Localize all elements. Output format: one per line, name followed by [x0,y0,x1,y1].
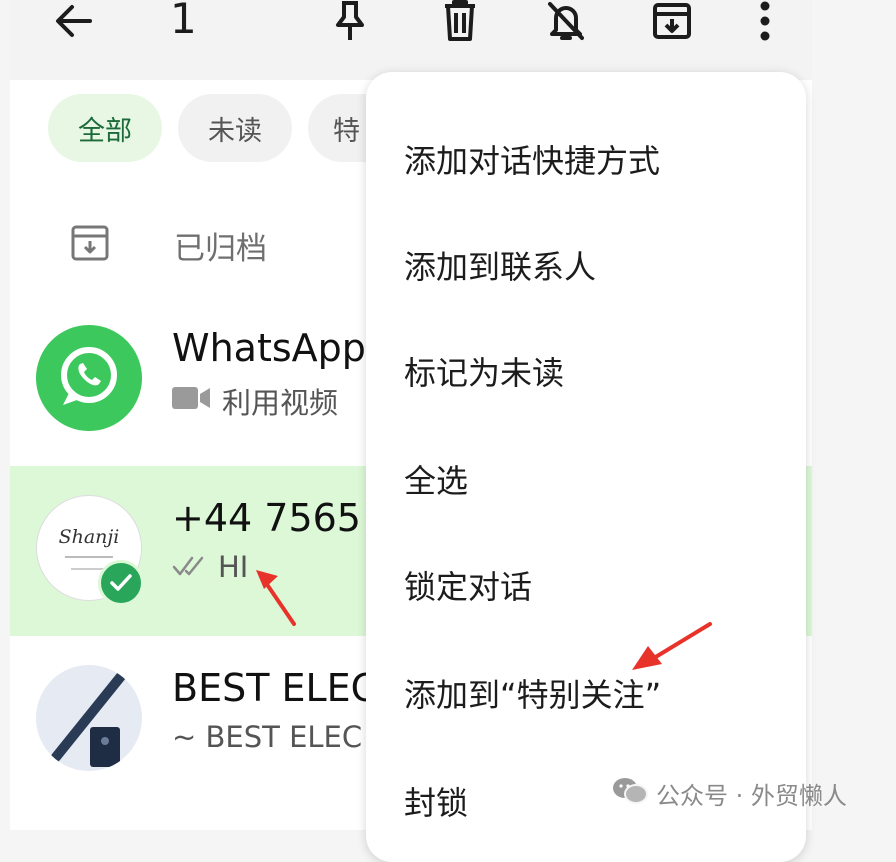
menu-item-add-shortcut[interactable]: 添加对话快捷方式 [404,136,660,182]
filter-chip-all[interactable]: 全部 [48,94,162,162]
menu-item-select-all[interactable]: 全选 [404,456,468,502]
annotation-arrow [632,622,712,670]
menu-item-mark-unread[interactable]: 标记为未读 [404,348,564,394]
menu-item-lock-chat[interactable]: 锁定对话 [404,562,532,608]
selection-toolbar: 1 [10,0,812,80]
watermark-text: 公众号 · 外贸懒人 [656,782,847,810]
wechat-icon [612,777,648,811]
double-check-icon [172,550,208,584]
archive-icon[interactable] [650,0,694,42]
selected-check-icon [98,560,144,606]
contact-avatar [36,665,142,771]
whatsapp-logo-avatar [36,325,142,431]
selected-count: 1 [170,0,197,43]
archive-box-icon [70,223,110,267]
chat-preview-text: HI [218,550,249,584]
chat-name: WhatsApp [172,326,366,370]
filter-chip-unread[interactable]: 未读 [178,94,292,162]
chat-name: BEST ELEC [172,666,378,710]
more-vert-icon[interactable] [750,0,780,42]
menu-item-add-favorites[interactable]: 添加到“特别关注” [404,670,661,716]
annotation-arrow [256,570,296,626]
delete-icon[interactable] [438,0,482,42]
chat-preview: ~ BEST ELEC [172,720,362,754]
chat-preview-text: ~ BEST ELEC [172,720,363,754]
back-arrow-icon[interactable] [48,0,100,42]
chat-preview: HI [172,550,248,584]
menu-item-add-contact[interactable]: 添加到联系人 [404,242,596,288]
logo-divider [65,556,113,558]
mute-bell-icon[interactable] [544,0,588,42]
avatar-logo-text: Shanji [58,526,120,548]
pin-icon[interactable] [328,0,372,42]
menu-item-block[interactable]: 封锁 [404,778,468,824]
chat-preview-text: 利用视频 [222,386,339,420]
archived-label: 已归档 [174,231,267,267]
video-camera-icon [172,384,212,419]
chat-name: +44 7565 8 [172,496,398,540]
overflow-menu: 添加对话快捷方式 添加到联系人 标记为未读 全选 锁定对话 添加到“特别关注” … [366,72,806,862]
chat-preview: 利用视频 [172,380,338,422]
watermark: 公众号 · 外贸懒人 [612,776,847,811]
